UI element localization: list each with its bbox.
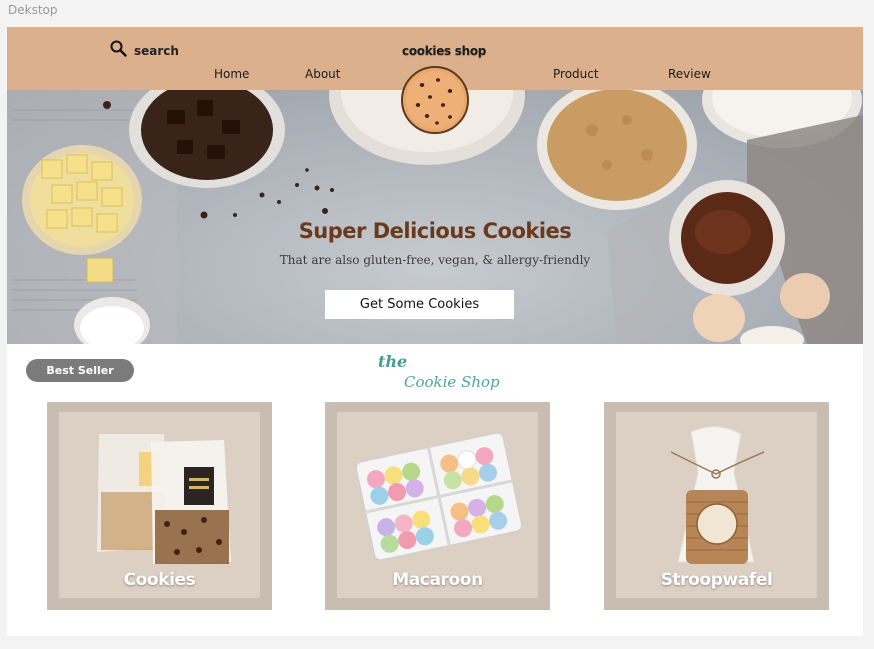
- product-card-stroopwafel[interactable]: Stroopwafel: [604, 402, 829, 610]
- get-some-cookies-button[interactable]: Get Some Cookies: [325, 290, 514, 319]
- product-card-inner: Cookies: [59, 412, 260, 598]
- nav-product[interactable]: Product: [553, 67, 599, 81]
- shop-title-name: Cookie Shop: [404, 373, 500, 391]
- best-seller-badge[interactable]: Best Seller: [26, 359, 134, 382]
- product-card-inner: Macaroon: [337, 412, 538, 598]
- hero-subtitle: That are also gluten-free, vegan, & alle…: [279, 253, 591, 267]
- search-label: search: [134, 44, 179, 58]
- desktop-frame: search Home About cookies shop Product R…: [7, 27, 863, 636]
- brand-name[interactable]: cookies shop: [402, 44, 486, 58]
- product-card-inner: Stroopwafel: [616, 412, 817, 598]
- product-label-macaroon: Macaroon: [392, 570, 483, 590]
- nav-review[interactable]: Review: [668, 67, 711, 81]
- shop-title-the: the: [378, 352, 408, 371]
- nav-home[interactable]: Home: [214, 67, 249, 81]
- product-label-stroopwafel: Stroopwafel: [660, 570, 773, 590]
- search-icon[interactable]: [110, 40, 127, 62]
- hero-title: Super Delicious Cookies: [298, 219, 572, 243]
- cookie-logo-icon[interactable]: [400, 65, 470, 135]
- product-card-macaroon[interactable]: Macaroon: [325, 402, 550, 610]
- frame-label: Dekstop: [8, 3, 58, 17]
- product-card-cookies[interactable]: Cookies: [47, 402, 272, 610]
- product-label-cookies: Cookies: [123, 570, 196, 590]
- search-box[interactable]: search: [110, 40, 179, 62]
- nav-about[interactable]: About: [305, 67, 340, 81]
